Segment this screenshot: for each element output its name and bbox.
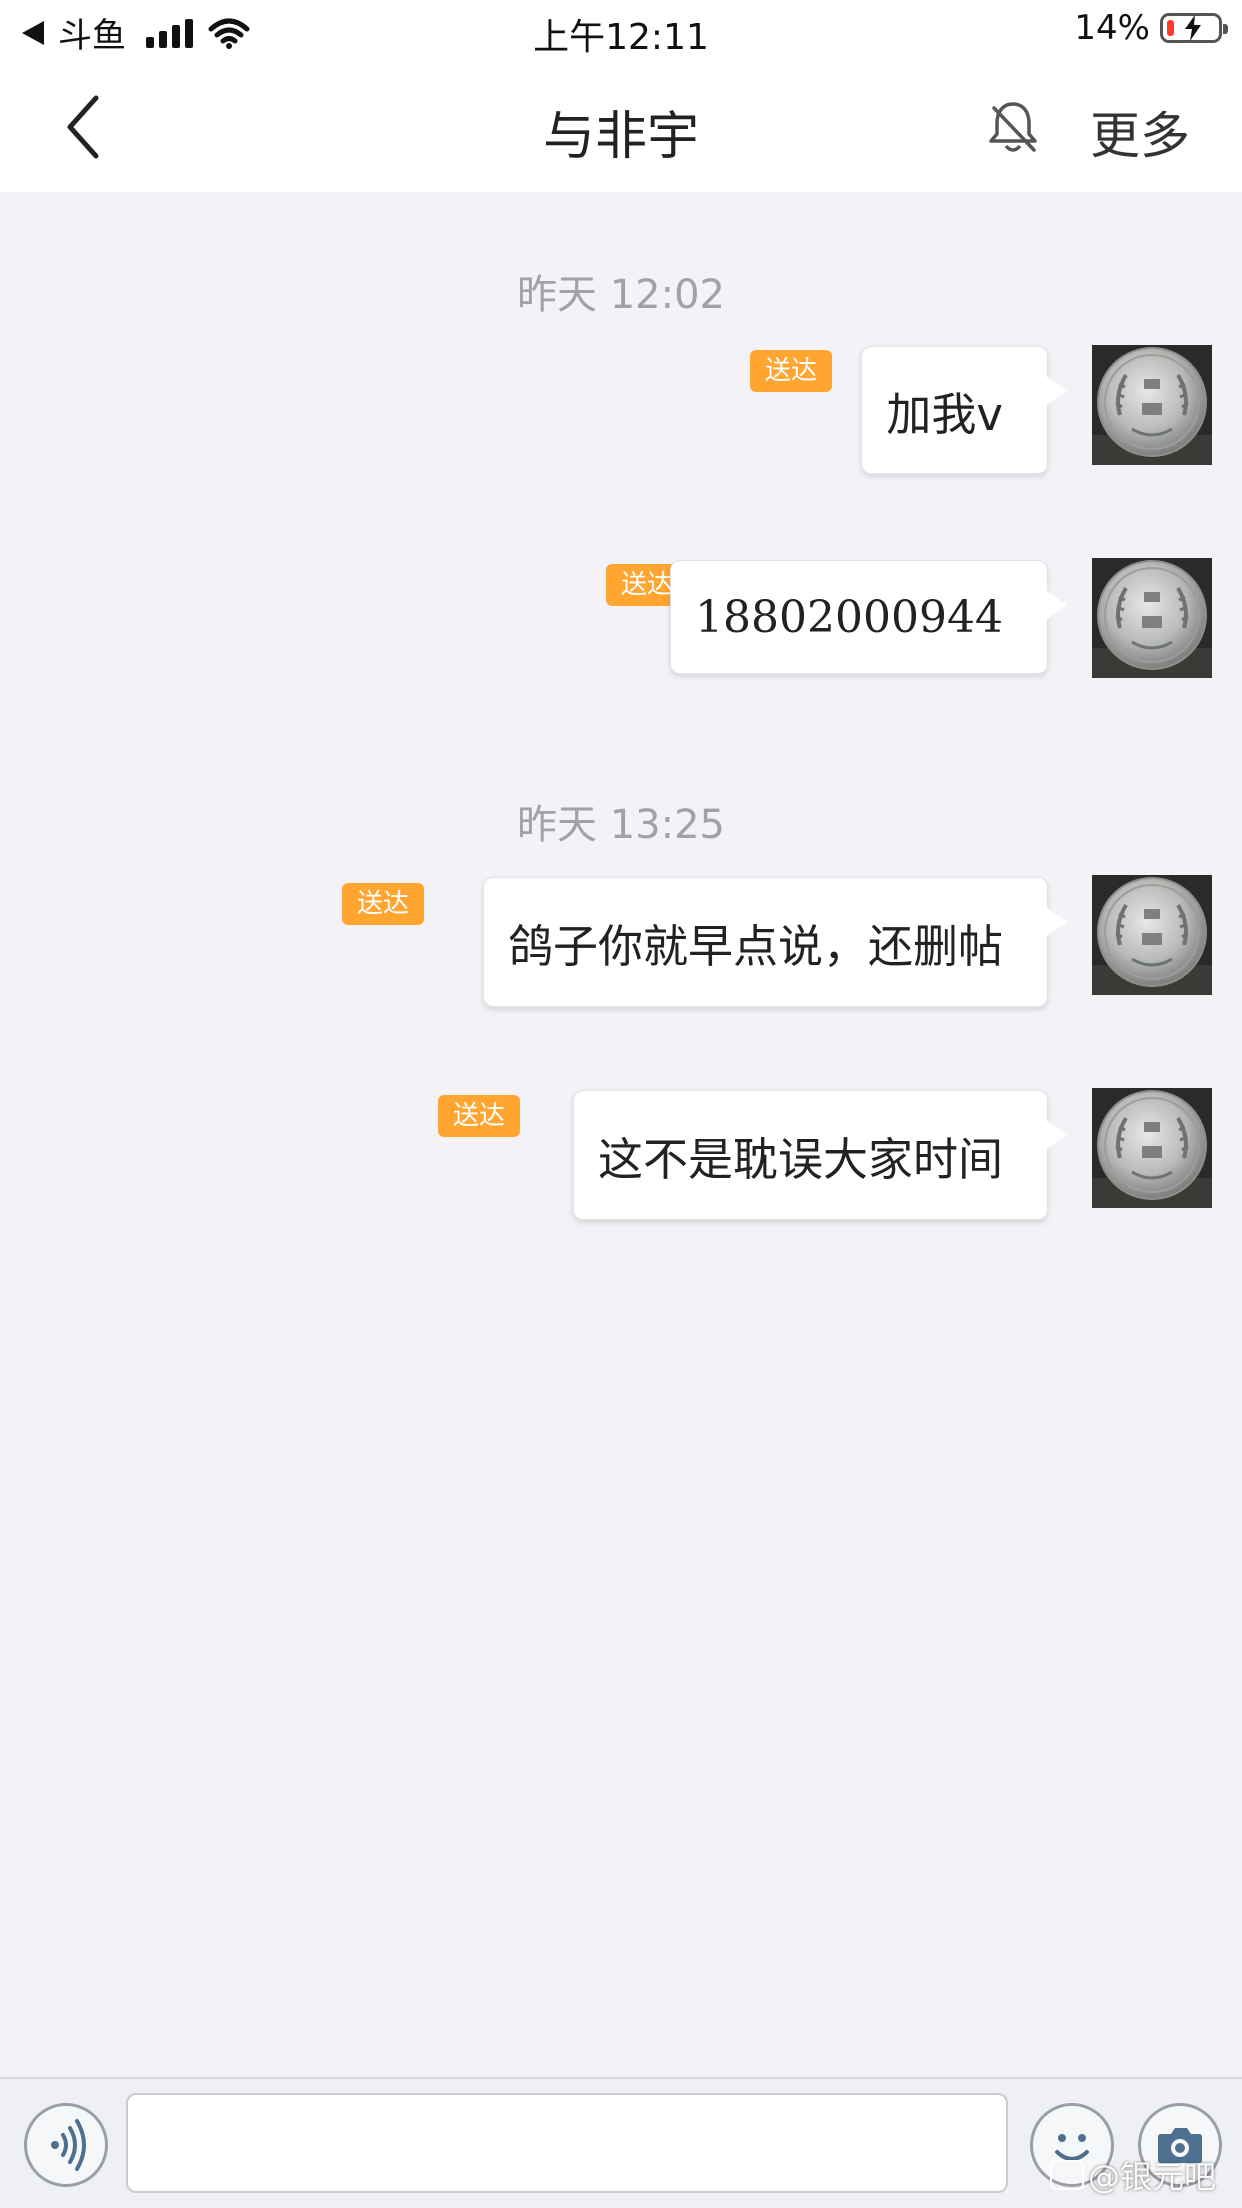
- status-bar: 斗鱼 上午12:11 14%: [0, 0, 1242, 62]
- battery-level: [1167, 20, 1174, 36]
- delivered-badge: 送达: [342, 883, 424, 925]
- delivered-badge: 送达: [438, 1095, 520, 1137]
- message-bubble[interactable]: 加我v: [861, 346, 1067, 474]
- watermark-text: @银元吧: [1088, 2158, 1217, 2196]
- status-right: 14%: [1074, 8, 1228, 48]
- nav-bar: 与非宇 更多: [0, 62, 1242, 192]
- status-time: 上午12:11: [533, 17, 709, 58]
- message-bubble[interactable]: 这不是耽误大家时间: [572, 1090, 1068, 1220]
- message-input[interactable]: [126, 2093, 1008, 2193]
- message-bubble[interactable]: 18802000944: [670, 560, 1067, 674]
- charging-bolt-icon: [1185, 15, 1201, 41]
- message-bubble[interactable]: 鸽子你就早点说，还删帖: [482, 877, 1068, 1007]
- battery-cap: [1223, 24, 1228, 34]
- watermark: @银元吧: [1050, 2152, 1216, 2198]
- battery-icon: [1160, 13, 1228, 43]
- timestamp: 昨天 13:25: [517, 802, 725, 848]
- avatar[interactable]: [1092, 558, 1212, 678]
- avatar[interactable]: [1092, 875, 1212, 995]
- timestamp: 昨天 12:02: [517, 272, 725, 318]
- chat-title: 与非宇: [542, 107, 699, 167]
- avatar[interactable]: [1092, 1088, 1212, 1208]
- voice-button[interactable]: [24, 2103, 108, 2187]
- bell-slash-icon[interactable]: [982, 96, 1044, 158]
- chat-area[interactable]: 昨天 12:02 送达 加我v 送达 18802000944 昨天 13:25 …: [0, 192, 1242, 2077]
- avatar[interactable]: [1092, 345, 1212, 465]
- voice-wave-icon: [51, 2119, 86, 2171]
- more-button[interactable]: 更多: [1090, 96, 1190, 168]
- battery-percent: 14%: [1074, 8, 1150, 48]
- delivered-badge: 送达: [750, 350, 832, 392]
- forum-logo-icon: [1050, 2160, 1084, 2190]
